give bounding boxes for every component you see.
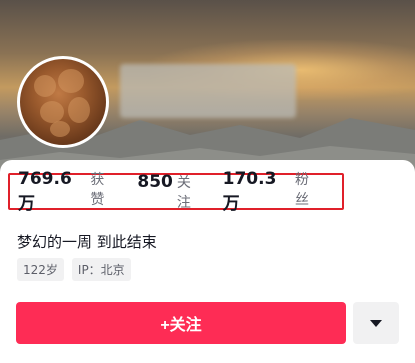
stat-likes[interactable]: 769.6万 获赞 bbox=[18, 169, 117, 214]
username-blurred bbox=[120, 64, 296, 118]
avatar[interactable] bbox=[17, 56, 109, 148]
ip-location-tag: IP：北京 bbox=[71, 258, 131, 281]
stat-value: 170.3万 bbox=[222, 169, 277, 214]
stat-followers[interactable]: 170.3万 粉丝 bbox=[223, 169, 322, 214]
more-options-button[interactable] bbox=[353, 302, 399, 344]
chevron-down-icon bbox=[370, 319, 382, 327]
follow-button[interactable]: +关注 bbox=[16, 302, 346, 344]
stat-value: 850 bbox=[137, 171, 173, 192]
stat-following[interactable]: 850 关注 bbox=[137, 172, 202, 212]
stat-label: 关注 bbox=[176, 174, 191, 211]
stat-value: 769.6万 bbox=[18, 169, 72, 214]
stat-label: 粉丝 bbox=[294, 172, 309, 208]
stats-highlight-box: 769.6万 获赞 850 关注 170.3万 粉丝 bbox=[8, 169, 344, 214]
profile-bio: 梦幻的一周 到此结束 bbox=[17, 233, 157, 251]
age-tag: 122岁 bbox=[17, 258, 64, 281]
stat-label: 获赞 bbox=[90, 172, 105, 208]
profile-card: 769.6万 获赞 850 关注 170.3万 粉丝 梦幻的一周 到此结束 12… bbox=[0, 160, 415, 363]
profile-tags: 122岁 IP：北京 bbox=[17, 258, 139, 281]
